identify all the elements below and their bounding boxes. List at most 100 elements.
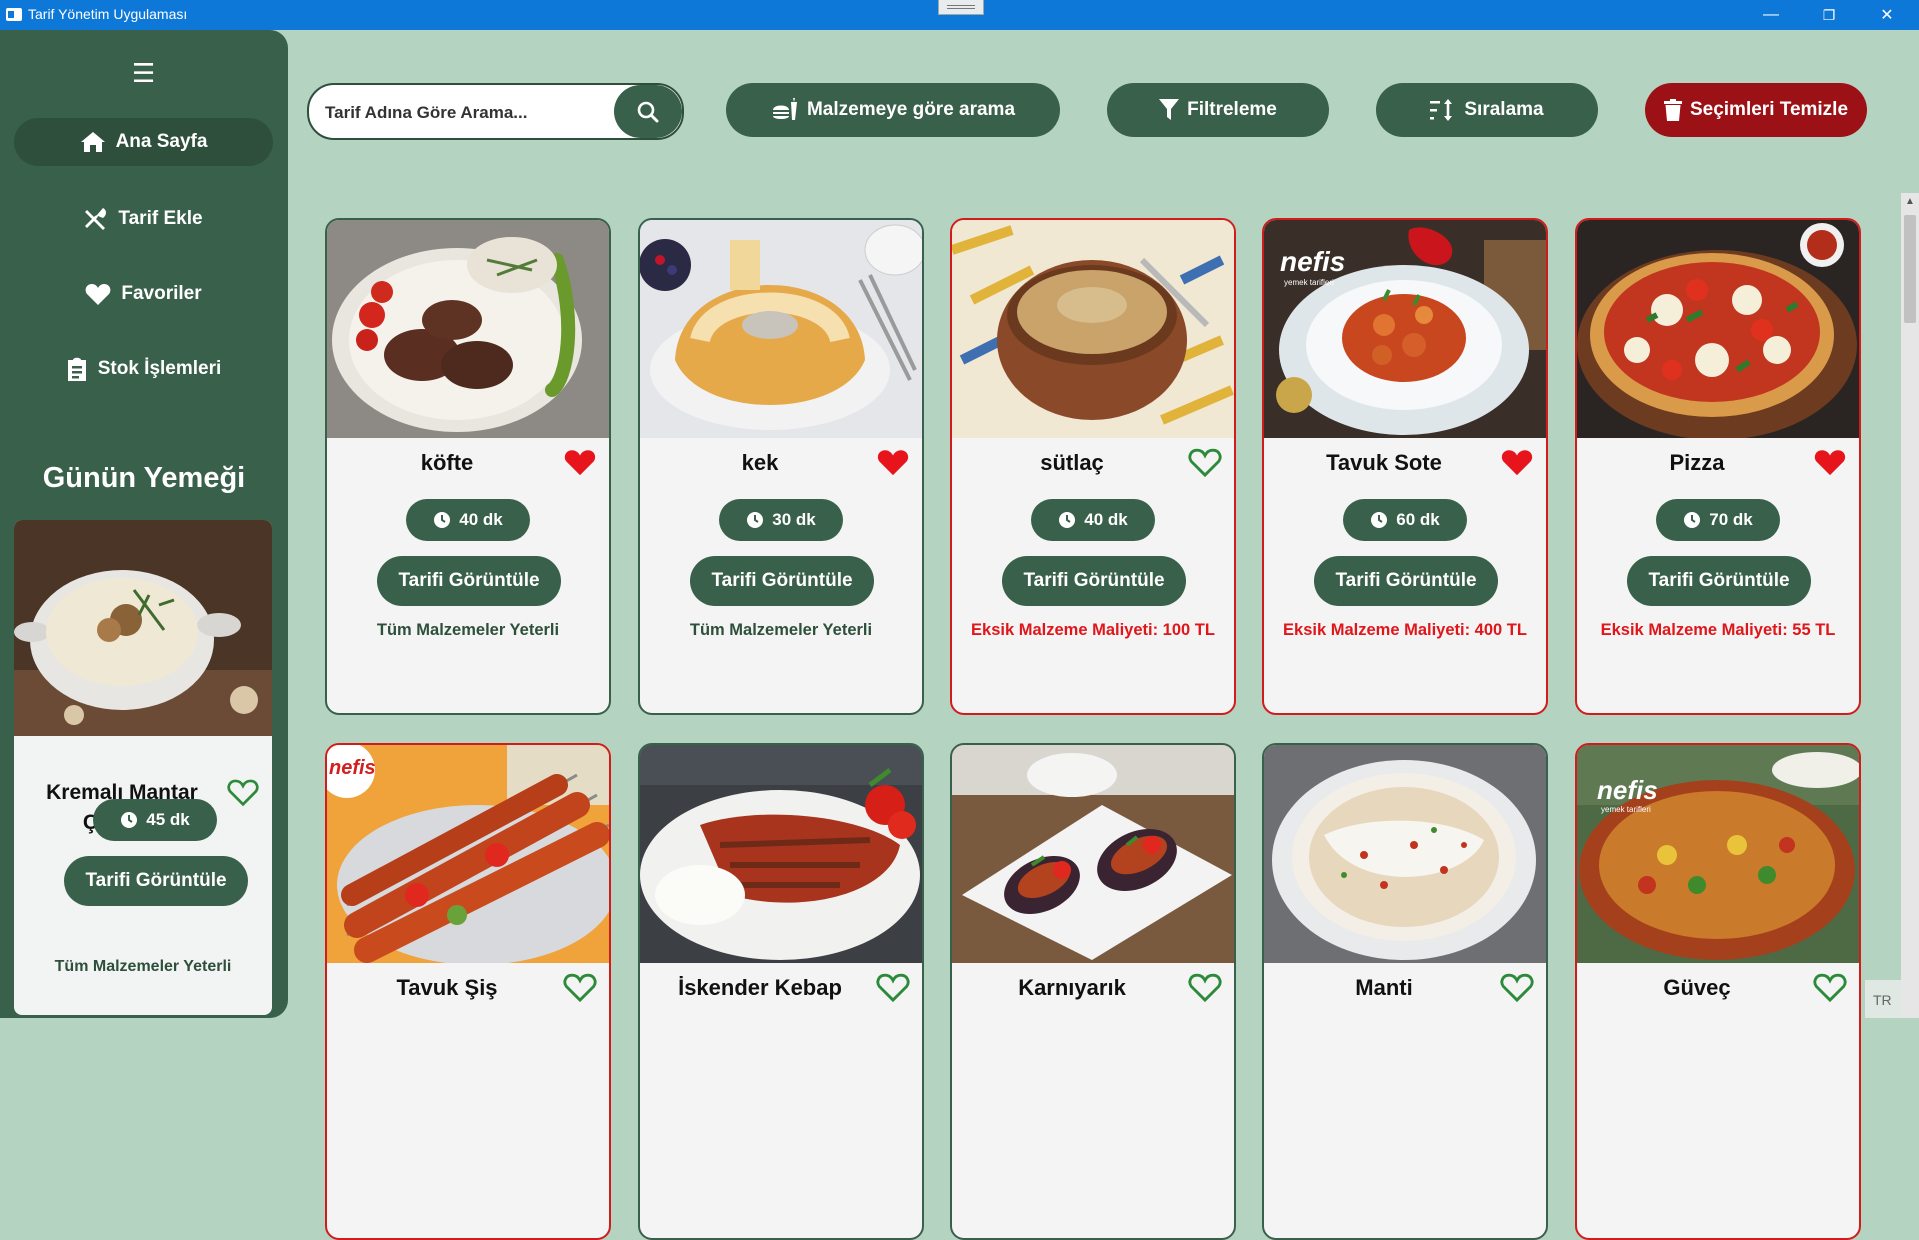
- view-recipe-button[interactable]: Tarifi Görüntüle: [1627, 556, 1811, 606]
- drag-handle[interactable]: [938, 0, 984, 15]
- sidebar-item-home[interactable]: Ana Sayfa: [14, 118, 273, 166]
- recipe-name: Pizza: [1669, 450, 1725, 475]
- ingredient-status: Tüm Malzemeler Yeterli: [376, 621, 560, 639]
- cook-time-badge: 30 dk: [719, 499, 843, 541]
- favorite-heart-icon[interactable]: [1813, 971, 1847, 1008]
- recipe-image: nefis: [327, 745, 609, 963]
- recipe-image: [640, 220, 922, 438]
- recipe-card-tavuk-sote[interactable]: nefis yemek tarifleri Tavuk Sote 60 dk T…: [1262, 218, 1548, 715]
- cook-time-text: 40 dk: [1084, 510, 1128, 529]
- brand-watermark-sub: yemek tarifleri: [1284, 278, 1334, 287]
- brand-watermark: nefis: [329, 757, 376, 779]
- recipe-image: [640, 745, 922, 963]
- favorite-heart-icon[interactable]: [1188, 446, 1222, 483]
- recipe-card-iskender[interactable]: İskender Kebap: [638, 743, 924, 1240]
- cook-time-badge: 40 dk: [1031, 499, 1155, 541]
- sort-icon: [1430, 99, 1453, 121]
- cook-time-badge: 45 dk: [93, 799, 217, 841]
- favorite-heart-icon[interactable]: [876, 971, 910, 1008]
- search-icon: [637, 101, 659, 122]
- recipe-card-kek[interactable]: kek 30 dk Tarifi Görüntüle Tüm Malzemele…: [638, 218, 924, 715]
- ingredient-status: Tüm Malzemeler Yeterli: [54, 958, 232, 975]
- recipe-image: [952, 745, 1234, 963]
- app-icon: [6, 8, 22, 21]
- clock-icon: [747, 512, 764, 528]
- favorite-heart-icon[interactable]: [227, 777, 259, 812]
- search-input[interactable]: [323, 85, 617, 138]
- recipe-card-kofte[interactable]: köfte 40 dk Tarifi Görüntüle Tüm Malzeme…: [325, 218, 611, 715]
- recipe-name: İskender Kebap: [678, 975, 842, 1000]
- cook-time-text: 60 dk: [1396, 510, 1440, 529]
- sidebar-item-label: Ana Sayfa: [115, 131, 208, 152]
- ingredient-status: Tüm Malzemeler Yeterli: [689, 621, 873, 639]
- view-recipe-button[interactable]: Tarifi Görüntüle: [64, 856, 248, 906]
- favorite-heart-icon[interactable]: [563, 446, 597, 483]
- view-recipe-button[interactable]: Tarifi Görüntüle: [1314, 556, 1498, 606]
- language-label: TR: [1873, 992, 1892, 1008]
- recipe-card-karniyarik[interactable]: Karnıyarık: [950, 743, 1236, 1240]
- recipe-card-pizza[interactable]: Pizza 70 dk Tarifi Görüntüle Eksik Malze…: [1575, 218, 1861, 715]
- recipe-name: kek: [741, 450, 779, 475]
- recipe-image: [327, 220, 609, 438]
- menu-icon[interactable]: ☰: [132, 58, 155, 89]
- cook-time-text: 40 dk: [459, 510, 503, 529]
- clock-icon: [434, 512, 451, 528]
- cook-time-text: 30 dk: [772, 510, 816, 529]
- recipe-card-guvec[interactable]: nefis yemek tarifleri Güveç: [1575, 743, 1861, 1240]
- cook-time-text: 45 dk: [146, 810, 190, 829]
- recipe-name: köfte: [420, 450, 474, 475]
- cook-time-badge: 70 dk: [1656, 499, 1780, 541]
- clear-selections-button[interactable]: Seçimleri Temizle: [1645, 83, 1867, 137]
- brand-watermark: nefis: [1597, 775, 1658, 805]
- ingredient-search-label: Malzemeye göre arama: [806, 99, 1016, 120]
- favorite-heart-icon[interactable]: [1813, 446, 1847, 483]
- language-indicator[interactable]: TR: [1865, 980, 1901, 1018]
- favorite-heart-icon[interactable]: [1188, 971, 1222, 1008]
- scrollbar-thumb[interactable]: [1904, 215, 1916, 323]
- view-recipe-button[interactable]: Tarifi Görüntüle: [1002, 556, 1186, 606]
- home-icon: [80, 132, 105, 152]
- ingredient-search-button[interactable]: Malzemeye göre arama: [726, 83, 1060, 137]
- trash-icon: [1663, 99, 1682, 121]
- brand-watermark-sub: yemek tarifleri: [1601, 805, 1651, 814]
- clock-icon: [1684, 512, 1701, 528]
- sidebar-item-favorites[interactable]: Favoriler: [14, 270, 273, 318]
- cook-time-badge: 60 dk: [1343, 499, 1467, 541]
- cook-time-badge: 40 dk: [406, 499, 530, 541]
- recipe-name: sütlaç: [1040, 450, 1104, 475]
- search-button[interactable]: [614, 85, 682, 138]
- favorite-heart-icon[interactable]: [876, 446, 910, 483]
- close-button[interactable]: ✕: [1864, 0, 1910, 30]
- sidebar: ☰ Ana Sayfa Tarif Ekle Favoriler Stok İş…: [0, 30, 288, 1018]
- sidebar-item-stock[interactable]: Stok İşlemleri: [14, 345, 273, 393]
- view-recipe-button[interactable]: Tarifi Görüntüle: [690, 556, 874, 606]
- favorite-heart-icon[interactable]: [563, 971, 597, 1008]
- recipe-card-sutlac[interactable]: sütlaç 40 dk Tarifi Görüntüle Eksik Malz…: [950, 218, 1236, 715]
- recipe-image: nefis yemek tarifleri: [1577, 745, 1859, 963]
- heart-icon: [85, 284, 111, 305]
- ingredient-status: Eksik Malzeme Maliyeti: 400 TL: [1283, 621, 1527, 639]
- window-titlebar: Tarif Yönetim Uygulaması — ❐ ✕: [0, 0, 1919, 30]
- recipe-image: nefis yemek tarifleri: [1264, 220, 1546, 438]
- search-box: [307, 83, 684, 140]
- restore-button[interactable]: ❐: [1806, 0, 1852, 30]
- filter-button[interactable]: Filtreleme: [1107, 83, 1329, 137]
- favorite-heart-icon[interactable]: [1500, 446, 1534, 483]
- minimize-button[interactable]: —: [1748, 0, 1794, 30]
- clock-icon: [121, 812, 138, 828]
- recipe-name: Tavuk Sote: [1326, 450, 1442, 475]
- favorite-heart-icon[interactable]: [1500, 971, 1534, 1008]
- recipe-card-tavuk-sis[interactable]: nefis Tavuk Şiş: [325, 743, 611, 1240]
- recipe-image: [1264, 745, 1546, 963]
- recipe-image: [952, 220, 1234, 438]
- sort-label: Sıralama: [1464, 99, 1544, 120]
- brand-watermark: nefis: [1280, 246, 1346, 277]
- filter-icon: [1159, 99, 1180, 120]
- sidebar-item-add-recipe[interactable]: Tarif Ekle: [14, 195, 273, 243]
- scroll-up-icon[interactable]: ▲: [1901, 193, 1919, 211]
- recipe-card-manti[interactable]: Manti: [1262, 743, 1548, 1240]
- vertical-scrollbar[interactable]: ▲: [1901, 193, 1919, 1018]
- sort-button[interactable]: Sıralama: [1376, 83, 1598, 137]
- view-recipe-button[interactable]: Tarifi Görüntüle: [377, 556, 561, 606]
- recipe-image: [1577, 220, 1859, 438]
